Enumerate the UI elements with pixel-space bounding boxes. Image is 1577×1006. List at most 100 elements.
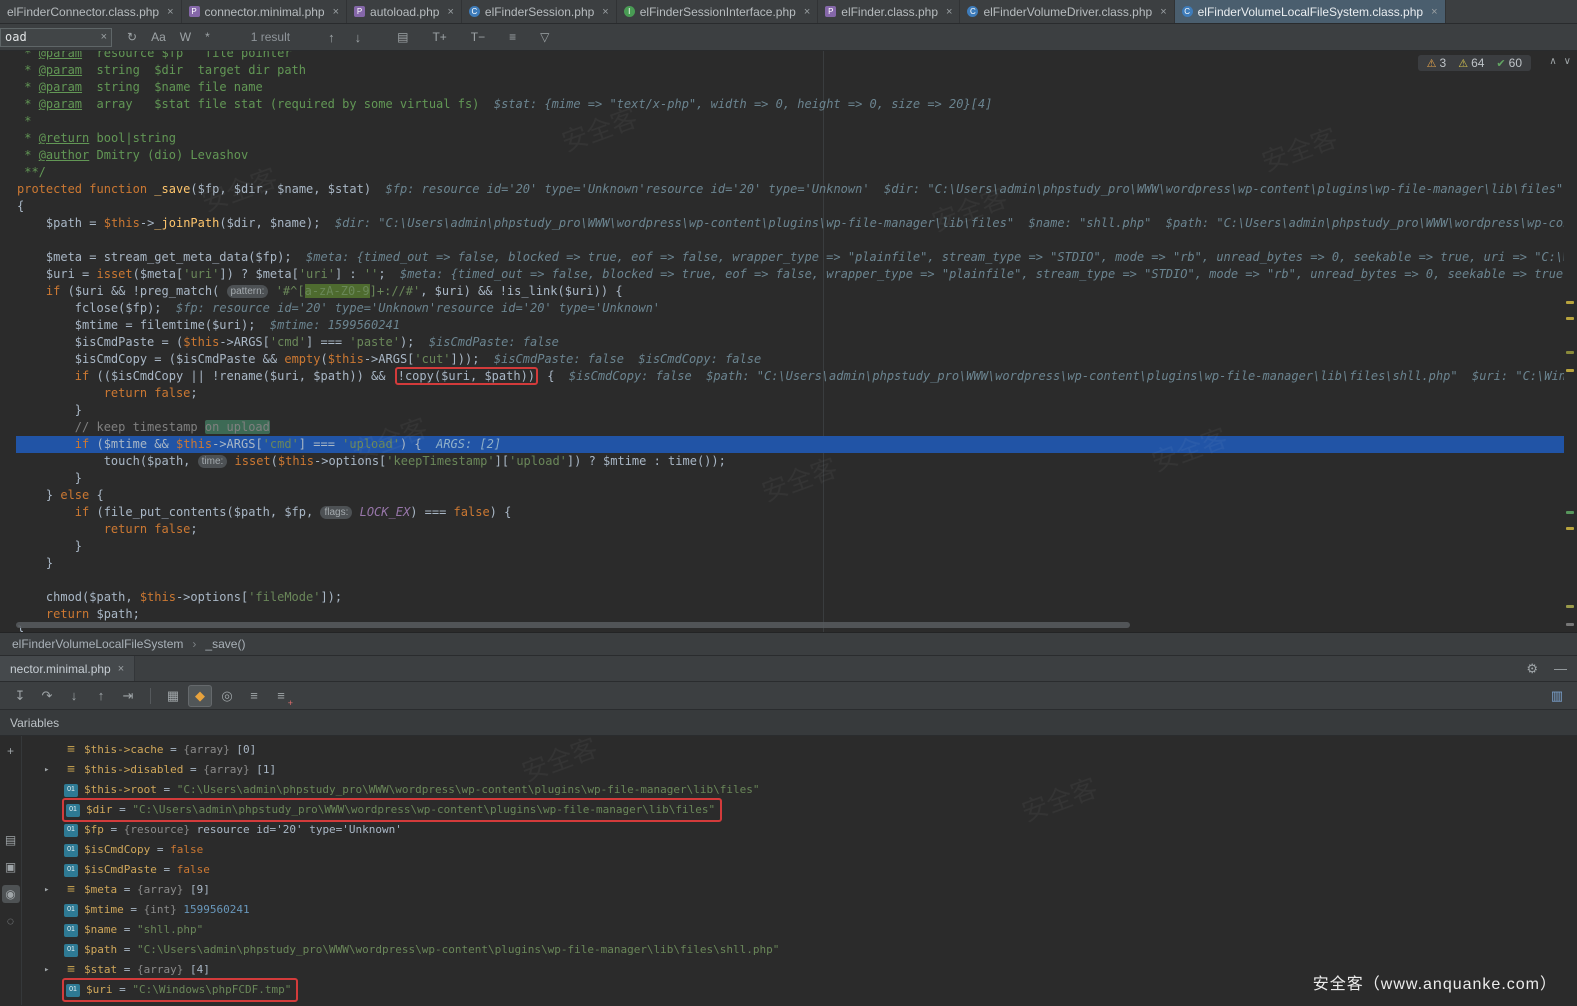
- code-line[interactable]: return false;: [16, 385, 1564, 402]
- pin-tab-icon[interactable]: ▣: [2, 858, 20, 876]
- variable-row[interactable]: 01$name = "shll.php": [22, 920, 1577, 940]
- code-line[interactable]: protected function _save($fp, $dir, $nam…: [16, 181, 1564, 198]
- editor-tab[interactable]: IelFinderSessionInterface.php×: [617, 0, 819, 23]
- close-tab-icon[interactable]: ×: [804, 6, 810, 18]
- whole-words-toggle[interactable]: W: [176, 29, 195, 45]
- filter-results-icon[interactable]: ▽: [536, 29, 553, 45]
- error-stripe-mark[interactable]: [1566, 301, 1574, 304]
- code-line[interactable]: chmod($path, $this->options['fileMode'])…: [16, 589, 1564, 606]
- error-stripe[interactable]: [1564, 51, 1577, 632]
- execution-line[interactable]: if ($mtime && $this->ARGS['cmd'] === 'up…: [16, 436, 1564, 453]
- variable-row[interactable]: 01$path = "C:\Users\admin\phpstudy_pro\W…: [22, 940, 1577, 960]
- variable-row[interactable]: ▸≡$meta = {array} [9]: [22, 880, 1577, 900]
- prev-problem-icon[interactable]: ∧: [1549, 56, 1556, 67]
- close-tab-icon[interactable]: ×: [946, 6, 952, 18]
- code-line[interactable]: *: [16, 113, 1564, 130]
- clear-search-icon[interactable]: ×: [101, 31, 107, 43]
- expand-icon[interactable]: ▸: [44, 760, 64, 780]
- close-tab-icon[interactable]: ×: [447, 6, 453, 18]
- code-line[interactable]: }: [16, 470, 1564, 487]
- expand-icon[interactable]: ▸: [44, 960, 64, 980]
- error-stripe-mark[interactable]: [1566, 511, 1574, 514]
- remove-occurrence-icon[interactable]: T−: [467, 29, 489, 45]
- editor-tab[interactable]: elFinderConnector.class.php×: [0, 0, 182, 23]
- expand-icon[interactable]: ▸: [44, 880, 64, 900]
- inspections-widget[interactable]: ⚠ 3 ⚠ 64 ✔ 60: [1418, 55, 1531, 71]
- code-line[interactable]: if (($isCmdCopy || !rename($uri, $path))…: [16, 368, 1564, 385]
- search-options-icon[interactable]: ≡: [505, 29, 520, 45]
- code-line[interactable]: } else {: [16, 487, 1564, 504]
- code-line[interactable]: return $path;: [16, 606, 1564, 623]
- code-line[interactable]: $meta = stream_get_meta_data($fp); $meta…: [16, 249, 1564, 266]
- restore-layout-icon[interactable]: ▤: [2, 831, 20, 849]
- code-line[interactable]: $isCmdCopy = ($isCmdPaste && empty($this…: [16, 351, 1564, 368]
- search-input[interactable]: oad ×: [0, 28, 112, 47]
- view-as-table-icon[interactable]: ▦: [161, 685, 185, 707]
- editor-tab[interactable]: Pconnector.minimal.php×: [182, 0, 348, 23]
- close-icon[interactable]: ×: [118, 663, 124, 675]
- inspection-passed[interactable]: ✔ 60: [1496, 56, 1522, 70]
- code-line[interactable]: fclose($fp); $fp: resource id='20' type=…: [16, 300, 1564, 317]
- horizontal-scrollbar[interactable]: [16, 622, 1130, 628]
- code-line[interactable]: }: [16, 538, 1564, 555]
- layout-settings-icon[interactable]: ▥: [1545, 685, 1569, 707]
- code-editor[interactable]: * @param resource $fp file pointer * @pa…: [0, 51, 1577, 633]
- code-line[interactable]: * @author Dmitry (dio) Levashov: [16, 147, 1564, 164]
- debug-session-tab[interactable]: nector.minimal.php ×: [0, 656, 135, 681]
- code-line[interactable]: $mtime = filemtime($uri); $mtime: 159956…: [16, 317, 1564, 334]
- code-line[interactable]: {: [16, 198, 1564, 215]
- next-occurrence-icon[interactable]: ↓: [351, 29, 366, 46]
- code-line[interactable]: * @param string $dir target dir path: [16, 62, 1564, 79]
- add-occurrence-icon[interactable]: T+: [428, 29, 450, 45]
- evaluate-expression-icon[interactable]: ◎: [215, 685, 239, 707]
- code-line[interactable]: $isCmdPaste = ($this->ARGS['cmd'] === 'p…: [16, 334, 1564, 351]
- editor-tab[interactable]: PelFinder.class.php×: [818, 0, 960, 23]
- add-watch-icon[interactable]: +: [2, 742, 20, 760]
- code-line[interactable]: // keep timestamp on upload: [16, 419, 1564, 436]
- error-stripe-mark[interactable]: [1566, 623, 1574, 626]
- match-case-toggle[interactable]: Aa: [147, 29, 170, 45]
- variable-row[interactable]: 01$mtime = {int} 1599560241: [22, 900, 1577, 920]
- code-line[interactable]: return false;: [16, 521, 1564, 538]
- step-out-icon[interactable]: ↑: [89, 685, 113, 707]
- editor-tab[interactable]: CelFinderSession.php×: [462, 0, 617, 23]
- code-line[interactable]: * @return bool|string: [16, 130, 1564, 147]
- code-line[interactable]: [16, 232, 1564, 249]
- code-line[interactable]: }: [16, 402, 1564, 419]
- editor-tab[interactable]: Pautoload.php×: [347, 0, 462, 23]
- variable-row[interactable]: 01$dir = "C:\Users\admin\phpstudy_pro\WW…: [22, 800, 1577, 820]
- variables-tree[interactable]: ≡$this->cache = {array} [0]▸≡$this->disa…: [22, 736, 1577, 1005]
- settings-gear-icon[interactable]: ⚙: [1526, 661, 1538, 677]
- show-watches-icon[interactable]: ◆: [188, 685, 212, 707]
- variable-row[interactable]: ≡$this->cache = {array} [0]: [22, 740, 1577, 760]
- step-over-icon[interactable]: ↷: [35, 685, 59, 707]
- code-line[interactable]: [16, 572, 1564, 589]
- run-to-cursor-icon[interactable]: ⇥: [116, 685, 140, 707]
- step-into-icon[interactable]: ↓: [62, 685, 86, 707]
- select-all-occurrences-icon[interactable]: ▤: [393, 29, 412, 45]
- variable-row[interactable]: 01$isCmdCopy = false: [22, 840, 1577, 860]
- editor-tab[interactable]: CelFinderVolumeDriver.class.php×: [960, 0, 1174, 23]
- code-line[interactable]: **/: [16, 164, 1564, 181]
- error-stripe-mark[interactable]: [1566, 605, 1574, 608]
- code-line[interactable]: * @param resource $fp file pointer: [16, 51, 1564, 62]
- error-stripe-mark[interactable]: [1566, 351, 1574, 354]
- close-tab-icon[interactable]: ×: [602, 6, 608, 18]
- regex-toggle[interactable]: *: [201, 29, 214, 45]
- close-tab-icon[interactable]: ×: [1160, 6, 1166, 18]
- error-stripe-mark[interactable]: [1566, 527, 1574, 530]
- breadcrumb-item[interactable]: _save(): [205, 637, 245, 651]
- code-line[interactable]: if ($uri && !preg_match( pattern: '#^[a-…: [16, 283, 1564, 300]
- add-to-watches-icon[interactable]: ≡+: [269, 685, 293, 707]
- breadcrumb-item[interactable]: elFinderVolumeLocalFileSystem: [12, 637, 183, 651]
- refresh-search-icon[interactable]: ↻: [123, 29, 141, 45]
- variable-row[interactable]: 01$fp = {resource} resource id='20' type…: [22, 820, 1577, 840]
- view-breakpoints-icon[interactable]: ◉: [2, 885, 20, 903]
- code-line[interactable]: touch($path, time: isset($this->options[…: [16, 453, 1564, 470]
- hide-tool-window-icon[interactable]: —: [1554, 661, 1567, 677]
- code-line[interactable]: $path = $this->_joinPath($dir, $name); $…: [16, 215, 1564, 232]
- code-line[interactable]: $uri = isset($meta['uri']) ? $meta['uri'…: [16, 266, 1564, 283]
- code-line[interactable]: }: [16, 555, 1564, 572]
- inspection-errors[interactable]: ⚠ 3: [1427, 56, 1447, 70]
- close-tab-icon[interactable]: ×: [1431, 6, 1437, 18]
